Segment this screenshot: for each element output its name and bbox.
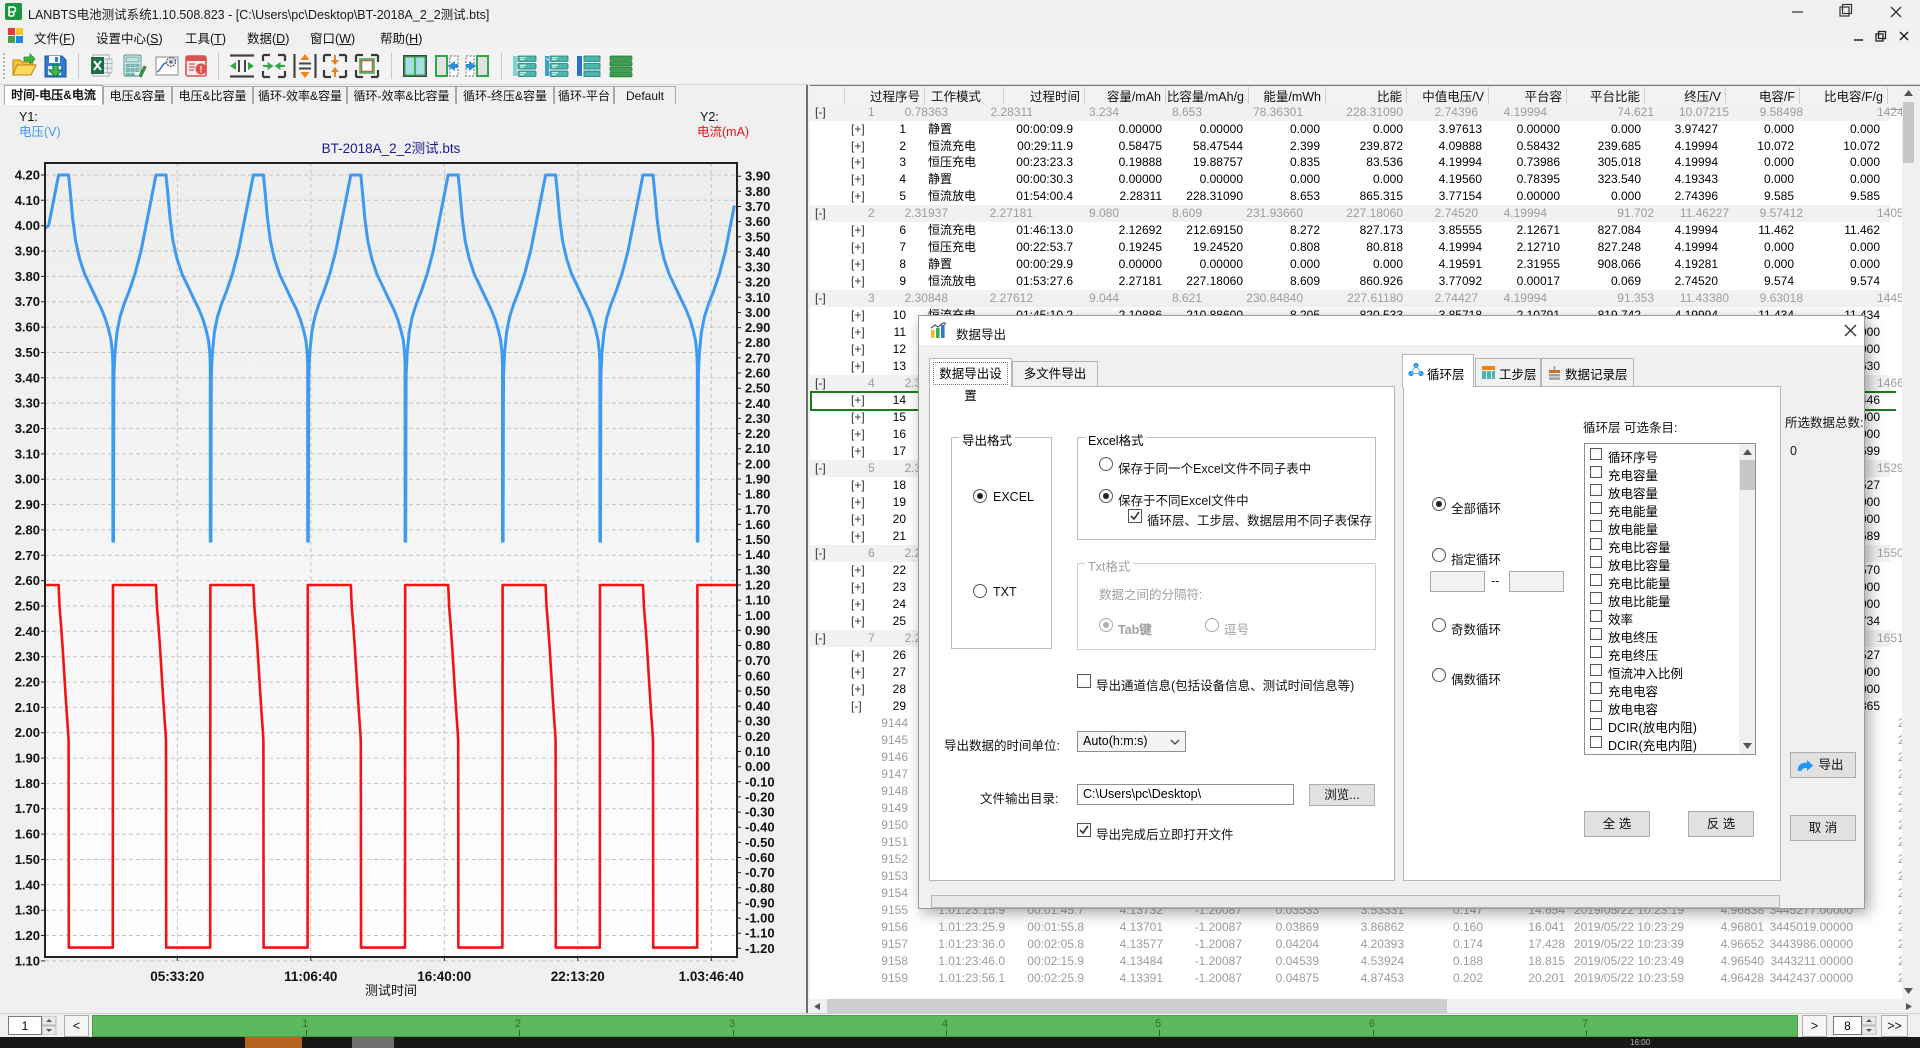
svg-text:1.70: 1.70 bbox=[745, 502, 770, 517]
svg-text:4.20: 4.20 bbox=[15, 168, 40, 183]
svg-text:2.70: 2.70 bbox=[745, 350, 770, 365]
svg-text:3.50: 3.50 bbox=[745, 229, 770, 244]
svg-text:2.40: 2.40 bbox=[15, 624, 40, 639]
svg-text:3.60: 3.60 bbox=[745, 214, 770, 229]
svg-text:测试时间: 测试时间 bbox=[365, 983, 417, 998]
svg-text:3.90: 3.90 bbox=[15, 244, 40, 259]
svg-text:3.20: 3.20 bbox=[745, 275, 770, 290]
svg-text:2.00: 2.00 bbox=[15, 725, 40, 740]
svg-text:-0.60: -0.60 bbox=[745, 850, 775, 865]
svg-text:2.60: 2.60 bbox=[15, 573, 40, 588]
svg-text:3.30: 3.30 bbox=[745, 260, 770, 275]
svg-text:1.10: 1.10 bbox=[745, 593, 770, 608]
svg-text:-0.30: -0.30 bbox=[745, 805, 775, 820]
svg-text:Y1:: Y1: bbox=[19, 110, 38, 124]
svg-text:BT-2018A_2_2测试.bts: BT-2018A_2_2测试.bts bbox=[322, 141, 461, 156]
svg-text:2.00: 2.00 bbox=[745, 456, 770, 471]
svg-text:电流(mA): 电流(mA) bbox=[697, 125, 749, 139]
svg-text:2.80: 2.80 bbox=[15, 522, 40, 537]
svg-text:2.40: 2.40 bbox=[745, 396, 770, 411]
svg-text:1.60: 1.60 bbox=[745, 517, 770, 532]
svg-text:-1.10: -1.10 bbox=[745, 926, 775, 941]
svg-text:3.20: 3.20 bbox=[15, 421, 40, 436]
svg-text:!: ! bbox=[200, 65, 203, 75]
svg-text:-0.40: -0.40 bbox=[745, 820, 775, 835]
svg-text:3.10: 3.10 bbox=[745, 290, 770, 305]
svg-text:0.20: 0.20 bbox=[745, 729, 770, 744]
svg-text:2.30: 2.30 bbox=[15, 649, 40, 664]
svg-text:1.30: 1.30 bbox=[15, 903, 40, 918]
svg-text:2.80: 2.80 bbox=[745, 335, 770, 350]
svg-text:1.80: 1.80 bbox=[745, 487, 770, 502]
svg-text:0.10: 0.10 bbox=[745, 744, 770, 759]
svg-text:0.80: 0.80 bbox=[745, 638, 770, 653]
svg-text:2.50: 2.50 bbox=[15, 599, 40, 614]
svg-text:2.90: 2.90 bbox=[15, 497, 40, 512]
svg-text:3.60: 3.60 bbox=[15, 320, 40, 335]
svg-text:1.00: 1.00 bbox=[745, 608, 770, 623]
svg-text:3.70: 3.70 bbox=[15, 294, 40, 309]
svg-text:-1.20: -1.20 bbox=[745, 941, 775, 956]
svg-text:Y2:: Y2: bbox=[700, 110, 719, 124]
svg-text:2.70: 2.70 bbox=[15, 548, 40, 563]
svg-text:-0.80: -0.80 bbox=[745, 880, 775, 895]
svg-text:-0.10: -0.10 bbox=[745, 774, 775, 789]
svg-text:2.10: 2.10 bbox=[745, 441, 770, 456]
svg-text:1.40: 1.40 bbox=[745, 547, 770, 562]
svg-text:电压(V): 电压(V) bbox=[19, 125, 61, 139]
svg-text:1.80: 1.80 bbox=[15, 776, 40, 791]
svg-text:3.00: 3.00 bbox=[15, 472, 40, 487]
svg-text:0.70: 0.70 bbox=[745, 653, 770, 668]
svg-text:1.50: 1.50 bbox=[15, 852, 40, 867]
svg-text:-1.00: -1.00 bbox=[745, 911, 775, 926]
svg-text:3.00: 3.00 bbox=[745, 305, 770, 320]
svg-text:4.00: 4.00 bbox=[15, 218, 40, 233]
svg-text:1.30: 1.30 bbox=[745, 562, 770, 577]
svg-text:3.70: 3.70 bbox=[745, 199, 770, 214]
svg-text:11:06:40: 11:06:40 bbox=[284, 969, 337, 984]
svg-text:2.20: 2.20 bbox=[745, 426, 770, 441]
svg-text:0.40: 0.40 bbox=[745, 699, 770, 714]
svg-text:0.30: 0.30 bbox=[745, 714, 770, 729]
svg-text:2.60: 2.60 bbox=[745, 366, 770, 381]
svg-text:1.20: 1.20 bbox=[15, 928, 40, 943]
svg-text:-0.20: -0.20 bbox=[745, 789, 775, 804]
svg-text:22:13:20: 22:13:20 bbox=[551, 969, 605, 984]
svg-text:-0.50: -0.50 bbox=[745, 835, 775, 850]
svg-text:0.00: 0.00 bbox=[745, 759, 770, 774]
svg-text:3.80: 3.80 bbox=[15, 269, 40, 284]
svg-text:0.90: 0.90 bbox=[745, 623, 770, 638]
svg-text:2.10: 2.10 bbox=[15, 700, 40, 715]
svg-text:0.60: 0.60 bbox=[745, 668, 770, 683]
svg-text:4.10: 4.10 bbox=[15, 193, 40, 208]
svg-text:3.80: 3.80 bbox=[745, 184, 770, 199]
svg-text:1.10: 1.10 bbox=[15, 953, 40, 968]
svg-text:1.40: 1.40 bbox=[15, 877, 40, 892]
svg-text:0.50: 0.50 bbox=[745, 684, 770, 699]
svg-text:3.40: 3.40 bbox=[15, 370, 40, 385]
svg-text:1.50: 1.50 bbox=[745, 532, 770, 547]
svg-text:2.50: 2.50 bbox=[745, 381, 770, 396]
svg-text:3.40: 3.40 bbox=[745, 244, 770, 259]
svg-text:1.20: 1.20 bbox=[745, 578, 770, 593]
svg-text:1.60: 1.60 bbox=[15, 827, 40, 842]
svg-text:1.90: 1.90 bbox=[745, 472, 770, 487]
svg-text:2.30: 2.30 bbox=[745, 411, 770, 426]
svg-text:3.30: 3.30 bbox=[15, 396, 40, 411]
svg-text:16:40:00: 16:40:00 bbox=[417, 969, 471, 984]
svg-text:3.10: 3.10 bbox=[15, 446, 40, 461]
svg-text:05:33:20: 05:33:20 bbox=[150, 969, 204, 984]
svg-text:-0.90: -0.90 bbox=[745, 895, 775, 910]
svg-text:3.90: 3.90 bbox=[745, 169, 770, 184]
svg-text:1.70: 1.70 bbox=[15, 801, 40, 816]
svg-text:1.03:46:40: 1.03:46:40 bbox=[679, 969, 744, 984]
svg-text:3.50: 3.50 bbox=[15, 345, 40, 360]
svg-text:2.90: 2.90 bbox=[745, 320, 770, 335]
svg-text:1.90: 1.90 bbox=[15, 751, 40, 766]
svg-text:2.20: 2.20 bbox=[15, 675, 40, 690]
svg-text:-0.70: -0.70 bbox=[745, 865, 775, 880]
